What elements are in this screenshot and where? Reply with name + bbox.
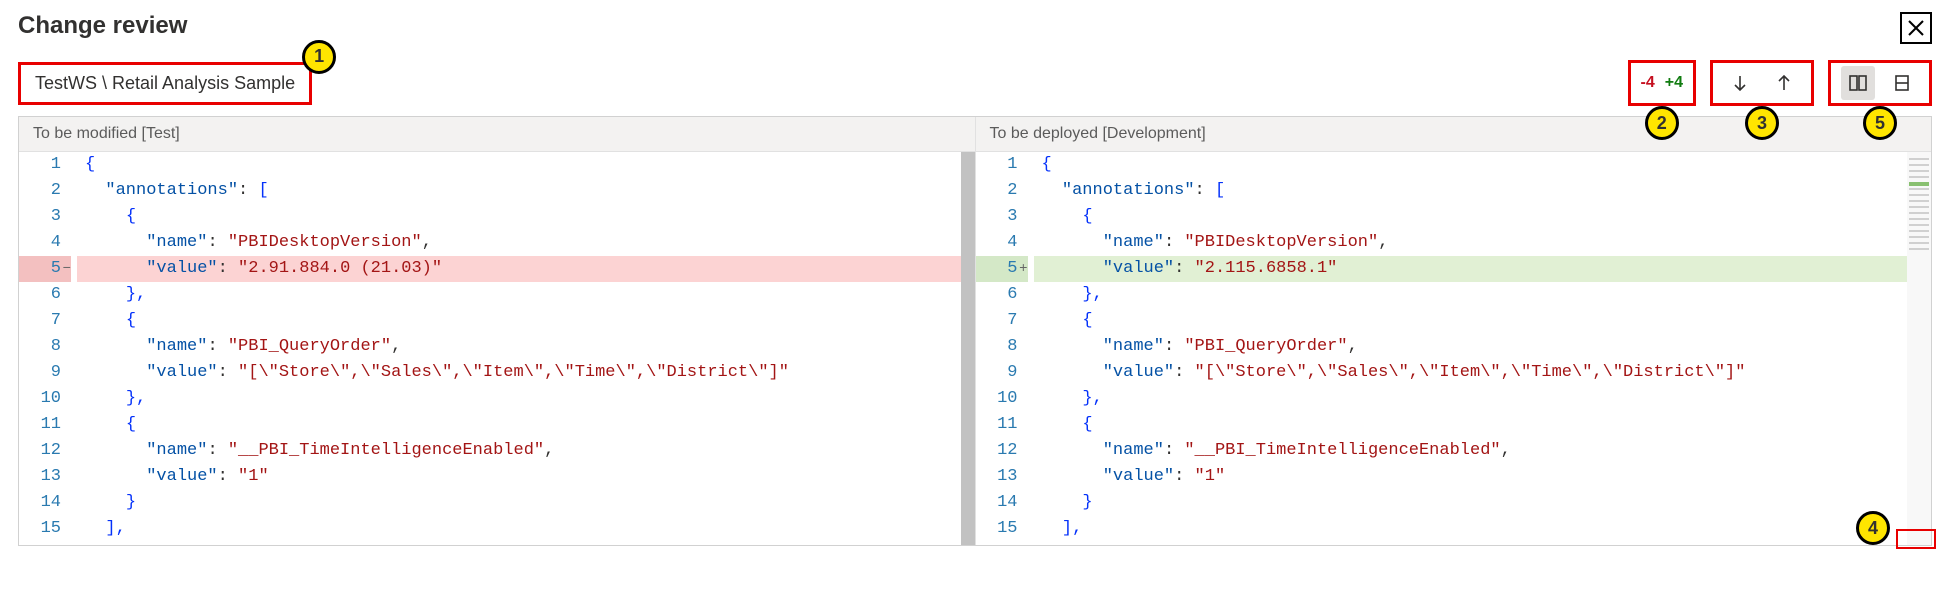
line-number: 9 <box>19 360 71 386</box>
line-number: 4 <box>19 230 71 256</box>
diff-minimap[interactable] <box>1907 152 1931 545</box>
callout-5: 5 <box>1863 106 1897 140</box>
code-line: } <box>1034 490 1908 516</box>
line-number: 10 <box>976 386 1028 412</box>
change-counts-group: -4 +4 <box>1628 60 1696 106</box>
line-number: 12 <box>976 438 1028 464</box>
line-number: 5− <box>19 256 71 282</box>
line-number: 11 <box>19 412 71 438</box>
callout-2: 2 <box>1645 106 1679 140</box>
line-number: 3 <box>976 204 1028 230</box>
left-scrollbar[interactable] <box>961 152 975 545</box>
left-pane-header: To be modified [Test] <box>19 117 975 152</box>
code-line: { <box>77 308 961 334</box>
line-number: 4 <box>976 230 1028 256</box>
code-line: { <box>1034 152 1908 178</box>
callout-3: 3 <box>1745 106 1779 140</box>
code-line: }, <box>77 386 961 412</box>
code-line: { <box>77 412 961 438</box>
line-number: 8 <box>976 334 1028 360</box>
code-line: "name": "PBIDesktopVersion", <box>1034 230 1908 256</box>
line-number: 1 <box>976 152 1028 178</box>
line-number: 14 <box>976 490 1028 516</box>
line-number: 14 <box>19 490 71 516</box>
code-line: { <box>77 152 961 178</box>
code-line: "value": "2.115.6858.1" <box>1034 256 1908 282</box>
line-number: 10 <box>19 386 71 412</box>
arrow-down-icon <box>1730 73 1750 93</box>
view-group <box>1828 60 1932 106</box>
right-pane: To be deployed [Development] 12345+67891… <box>976 117 1932 545</box>
close-button[interactable] <box>1900 12 1932 44</box>
line-number: 2 <box>976 178 1028 204</box>
line-number: 9 <box>976 360 1028 386</box>
code-line: }, <box>77 282 961 308</box>
code-line: { <box>1034 412 1908 438</box>
plus-marker-icon: + <box>1019 256 1027 282</box>
side-by-side-icon <box>1848 73 1868 93</box>
line-number: 7 <box>19 308 71 334</box>
close-icon <box>1906 18 1926 38</box>
code-line: "value": "[\"Store\",\"Sales\",\"Item\",… <box>1034 360 1908 386</box>
line-number: 12 <box>19 438 71 464</box>
code-line: "value": "1" <box>1034 464 1908 490</box>
line-number: 11 <box>976 412 1028 438</box>
line-number: 2 <box>19 178 71 204</box>
line-number: 13 <box>976 464 1028 490</box>
line-number: 3 <box>19 204 71 230</box>
right-code-area[interactable]: 12345+678910111213141516 { "annotations"… <box>976 152 1932 545</box>
line-number: 16 <box>976 542 1028 545</box>
code-line: { <box>1034 308 1908 334</box>
code-line: "name": "PBI_QueryOrder", <box>77 334 961 360</box>
code-line: "name": "__PBI_TimeIntelligenceEnabled", <box>1034 438 1908 464</box>
code-line: } <box>77 490 961 516</box>
code-line: "culture": "en-US", <box>77 542 961 545</box>
left-code-area[interactable]: 12345−678910111213141516 { "annotations"… <box>19 152 975 545</box>
removed-count: -4 <box>1641 74 1655 92</box>
code-line: "name": "__PBI_TimeIntelligenceEnabled", <box>77 438 961 464</box>
arrow-up-icon <box>1774 73 1794 93</box>
inline-view-icon <box>1892 73 1912 93</box>
line-number: 1 <box>19 152 71 178</box>
code-line: "name": "PBIDesktopVersion", <box>77 230 961 256</box>
line-number: 13 <box>19 464 71 490</box>
code-line: ], <box>77 516 961 542</box>
line-number: 15 <box>19 516 71 542</box>
line-number: 7 <box>976 308 1028 334</box>
added-count: +4 <box>1665 74 1683 92</box>
code-line: }, <box>1034 386 1908 412</box>
left-pane: To be modified [Test] 12345−678910111213… <box>19 117 976 545</box>
right-pane-header: To be deployed [Development] <box>976 117 1932 152</box>
code-line: "value": "[\"Store\",\"Sales\",\"Item\",… <box>77 360 961 386</box>
callout-1: 1 <box>302 40 336 74</box>
code-line: { <box>77 204 961 230</box>
line-number: 6 <box>19 282 71 308</box>
minus-marker-icon: − <box>63 256 71 282</box>
callout-4: 4 <box>1856 511 1890 545</box>
code-line: ], <box>1034 516 1908 542</box>
line-number: 16 <box>19 542 71 545</box>
code-line: { <box>1034 204 1908 230</box>
line-number: 8 <box>19 334 71 360</box>
next-change-button[interactable] <box>1723 66 1757 100</box>
line-number: 5+ <box>976 256 1028 282</box>
code-line: "value": "2.91.884.0 (21.03)" <box>77 256 961 282</box>
code-line: "name": "PBI_QueryOrder", <box>1034 334 1908 360</box>
line-number: 6 <box>976 282 1028 308</box>
page-title: Change review <box>18 12 187 40</box>
line-number: 15 <box>976 516 1028 542</box>
code-line: "value": "1" <box>77 464 961 490</box>
code-line: "culture": "en-US", <box>1034 542 1908 545</box>
breadcrumb: TestWS \ Retail Analysis Sample <box>18 62 312 105</box>
diff-container: To be modified [Test] 12345−678910111213… <box>18 116 1932 546</box>
side-by-side-view-button[interactable] <box>1841 66 1875 100</box>
code-line: "annotations": [ <box>1034 178 1908 204</box>
code-line: }, <box>1034 282 1908 308</box>
inline-view-button[interactable] <box>1885 66 1919 100</box>
code-line: "annotations": [ <box>77 178 961 204</box>
prev-change-button[interactable] <box>1767 66 1801 100</box>
nav-group <box>1710 60 1814 106</box>
